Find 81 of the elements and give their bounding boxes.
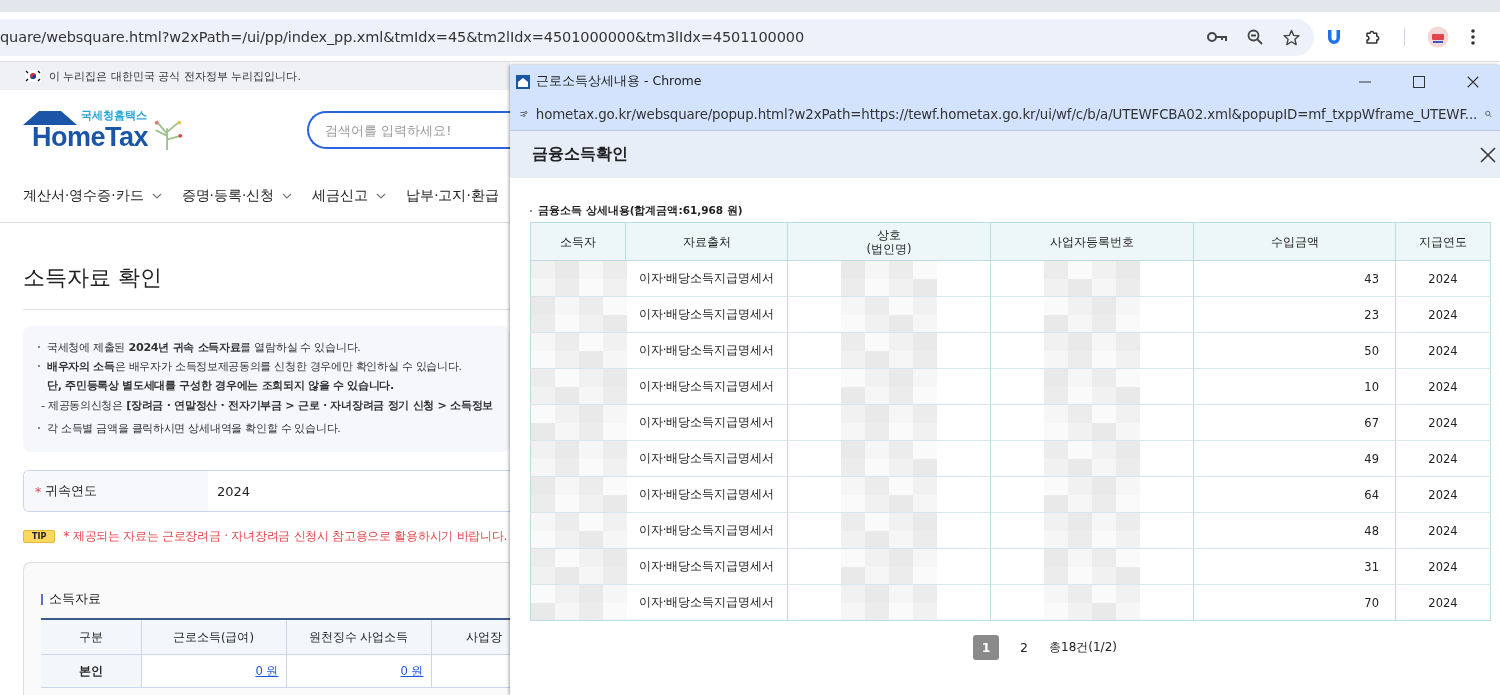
nav-menu-item[interactable]: 세금신고 xyxy=(312,187,369,205)
table-cell: 이자·배당소득지급명세서 xyxy=(638,307,775,321)
table-cell: 2024 xyxy=(1428,523,1458,538)
table-cell: 2024 xyxy=(1428,343,1458,358)
window-title: 근로소득상세내용 - Chrome xyxy=(536,73,703,90)
logo-text[interactable]: HomeTax xyxy=(32,122,149,153)
tip-badge: TIP xyxy=(23,530,56,543)
table-cell: 이자·배당소득지급명세서 xyxy=(638,487,775,501)
required-mark: * xyxy=(35,483,42,499)
logo-subtitle: 국세청홈택스 xyxy=(81,108,147,123)
maximize-icon[interactable] xyxy=(1413,75,1425,88)
search-field[interactable]: 검색어를 입력하세요! xyxy=(307,111,510,149)
table-cell: 64 xyxy=(1364,487,1379,502)
nav-menu-item[interactable]: 증명·등록·신청 xyxy=(181,187,275,205)
table-cell: 이자·배당소득지급명세서 xyxy=(638,271,775,285)
app-icon xyxy=(516,74,530,89)
star-icon[interactable] xyxy=(1283,28,1300,46)
table-cell: 이자·배당소득지급명세서 xyxy=(638,343,775,357)
column-header: 근로소득(급여) xyxy=(172,629,254,644)
close-icon[interactable] xyxy=(1480,146,1496,163)
tip-text: * 제공되는 자료는 근로장려금 · 자녀장려금 신청시 참고용으로 활용하시기 바랍니다. xyxy=(63,528,508,545)
field-label: 귀속연도 xyxy=(45,482,98,500)
nav-menu-item[interactable]: 납부·고지·환급 xyxy=(406,187,499,205)
column-header: 구분 xyxy=(78,629,103,644)
notice-text: 각 소득별 금액을 클릭하시면 상세내역을 확인할 수 있습니다. xyxy=(38,419,510,438)
menu-icon[interactable] xyxy=(1471,29,1475,45)
amount-link[interactable]: 0 원 xyxy=(255,663,279,678)
table-cell: 48 xyxy=(1364,523,1379,538)
key-icon[interactable] xyxy=(1207,31,1227,43)
page-button[interactable]: 2 xyxy=(1011,635,1037,660)
table-cell: 23 xyxy=(1364,307,1379,322)
total-count: 총18건(1/2) xyxy=(1049,639,1117,656)
table-cell: 2024 xyxy=(1428,559,1458,574)
table-cell: 이자·배당소득지급명세서 xyxy=(638,415,775,429)
amount-link[interactable]: 0 원 xyxy=(400,663,424,678)
table-cell: 2024 xyxy=(1428,415,1458,430)
table-cell: 2024 xyxy=(1428,487,1458,502)
column-header: 상호 (법인명) xyxy=(787,222,991,261)
table-cell: 이자·배당소득지급명세서 xyxy=(638,559,775,573)
column-header: 사업자등록번호 xyxy=(990,222,1194,261)
field-value: 2024 xyxy=(217,483,251,499)
column-header: 원천징수 사업소득 xyxy=(308,629,409,644)
column-header: 수입금액 xyxy=(1193,222,1396,261)
column-header: 사업장 xyxy=(465,629,502,644)
row-header: 본인 xyxy=(78,663,103,678)
table-cell: 67 xyxy=(1364,415,1379,430)
zoom-out-icon[interactable] xyxy=(1247,29,1263,45)
table-cell: 이자·배당소득지급명세서 xyxy=(638,523,775,537)
table-cell: 2024 xyxy=(1428,271,1458,286)
table-cell: 2024 xyxy=(1428,451,1458,466)
table-cell: 2024 xyxy=(1428,595,1458,610)
table-cell: 2024 xyxy=(1428,307,1458,322)
table-cell: 31 xyxy=(1364,559,1379,574)
table-cell: 50 xyxy=(1364,343,1379,358)
extension-icon[interactable] xyxy=(1326,28,1342,46)
close-icon[interactable] xyxy=(1467,75,1479,88)
notice-text: - 제공동의신청은 [장려금 · 연말정산 · 전자기부금 > 근로 · 자녀장려금 정기 신청 > 소득정보 xyxy=(40,398,494,414)
puzzle-icon[interactable] xyxy=(1364,28,1382,46)
section-title: 소득자료 xyxy=(49,591,101,608)
column-header: 자료출처 xyxy=(625,222,788,261)
dialog-title: 금융소득확인 xyxy=(532,144,628,165)
summary-text: 금융소득 상세내용(합계금액:61,968 원) xyxy=(538,204,743,218)
profile-avatar-icon[interactable] xyxy=(1427,26,1449,48)
table-cell: 10 xyxy=(1364,379,1379,394)
nav-menu-item[interactable]: 계산서·영수증·카드 xyxy=(23,187,144,205)
page-title: 소득자료 확인 xyxy=(23,263,510,310)
table-cell: 49 xyxy=(1364,451,1379,466)
table-cell: 이자·배당소득지급명세서 xyxy=(638,595,775,609)
table-cell: 이자·배당소득지급명세서 xyxy=(638,451,775,465)
notice-text: 배우자의 소득은 배우자가 소득정보제공동의를 신청한 경우에만 확인하실 수 있습니다. xyxy=(38,357,510,376)
table-cell: 43 xyxy=(1364,271,1379,286)
column-header: 소득자 xyxy=(530,222,626,261)
banner-text: 이 누리집은 대한민국 공식 전자정부 누리집입니다. xyxy=(49,68,301,84)
flag-icon xyxy=(25,70,41,82)
table-cell: 70 xyxy=(1364,595,1379,610)
house-roof-icon xyxy=(23,111,79,125)
notice-text: 단, 주민등록상 별도세대를 구성한 경우에는 조회되지 않을 수 있습니다. xyxy=(46,378,395,394)
table-cell: 2024 xyxy=(1428,379,1458,394)
table-cell: 이자·배당소득지급명세서 xyxy=(638,379,775,393)
column-header: 지급연도 xyxy=(1395,222,1491,261)
notice-text: 국세청에 제출된 2024년 귀속 소득자료를 열람하실 수 있습니다. xyxy=(38,338,510,357)
